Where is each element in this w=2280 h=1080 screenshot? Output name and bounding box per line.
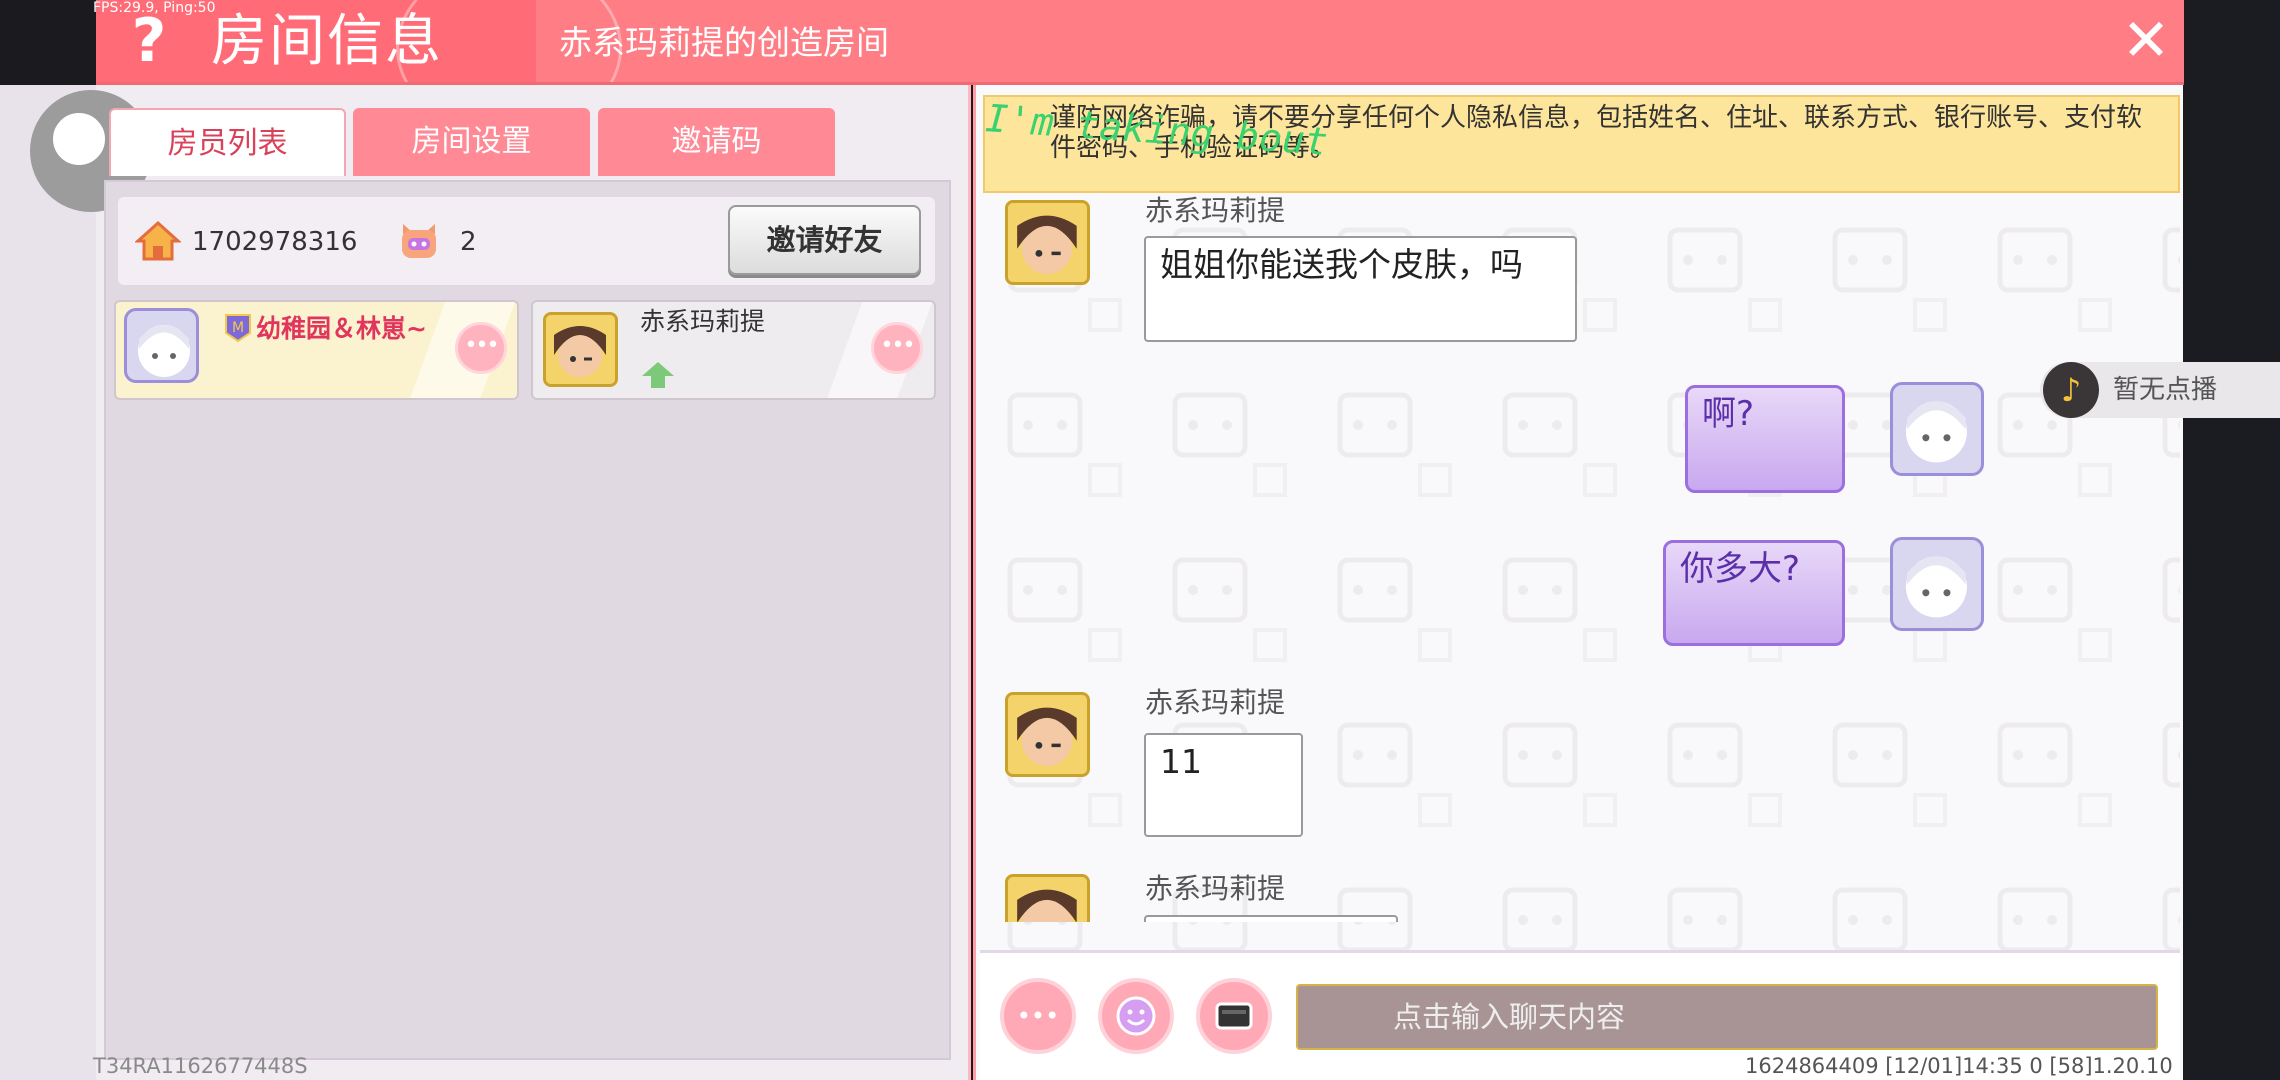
message-sender: 赤系玛莉提 [1145, 686, 1286, 719]
brown-hair-avatar[interactable] [1005, 692, 1090, 777]
invite-friends-button[interactable]: 邀请好友 [728, 205, 921, 275]
tab-invite-code[interactable]: 邀请码 [598, 108, 835, 176]
member-badge-icon: M [225, 314, 251, 343]
message-bubble: 你多大? [1663, 540, 1845, 646]
members-count-icon [402, 224, 436, 258]
svg-text:M: M [232, 320, 244, 336]
more-options-button[interactable]: ••• [1000, 978, 1076, 1054]
message-bubble: 11 [1144, 733, 1303, 837]
message-partial: 赤系玛莉提 [1000, 870, 2180, 922]
member-name: 幼稚园＆林崽~ [256, 314, 427, 343]
message-bubble: 姐姐你能送我个皮肤，吗 [1144, 236, 1577, 342]
room-subtitle: 赤系玛莉提的创造房间 [559, 23, 889, 62]
smiley-icon [1116, 996, 1156, 1036]
message-bubble: 啊? [1685, 385, 1845, 493]
white-hair-avatar[interactable] [124, 308, 199, 383]
tab-member-list[interactable]: 房员列表 [109, 108, 346, 176]
member-name: 赤系玛莉提 [640, 307, 766, 336]
keyboard-toggle-button[interactable] [1196, 978, 1272, 1054]
music-status: 暂无点播 [2113, 375, 2218, 405]
close-icon[interactable]: ✕ [2116, 10, 2176, 70]
help-icon[interactable]: ? [114, 6, 184, 76]
white-hair-avatar[interactable] [1890, 382, 1984, 476]
white-hair-avatar[interactable] [1890, 537, 1984, 631]
build-info: 1624864409 [12/01]14:35 0 [58]1.20.10 [1745, 1054, 2173, 1078]
member-count: 2 [460, 227, 477, 257]
message-sender: 赤系玛莉提 [1145, 872, 1286, 905]
device-id: T34RA1162677448S [93, 1054, 308, 1078]
chat-input[interactable]: 点击输入聊天内容 [1296, 984, 2158, 1050]
right-edge-background [2185, 0, 2280, 1080]
level-up-icon [642, 362, 674, 388]
brown-hair-avatar[interactable] [1005, 200, 1090, 285]
music-note-icon[interactable]: ♪ [2043, 362, 2099, 418]
left-background [0, 85, 100, 1080]
message-sender: 赤系玛莉提 [1145, 194, 1286, 226]
home-icon [135, 220, 181, 261]
emoji-button[interactable] [1098, 978, 1174, 1054]
member-more-button[interactable]: ••• [871, 322, 923, 374]
tab-room-settings[interactable]: 房间设置 [353, 108, 590, 176]
record-icon [41, 101, 117, 177]
keyboard-icon [1215, 1002, 1253, 1030]
header-bar: ? 房间信息 赤系玛莉提的创造房间 ✕ [96, 0, 2184, 85]
member-more-button[interactable]: ••• [455, 322, 507, 374]
fps-readout: FPS:29.9, Ping:50 [93, 0, 216, 16]
brown-hair-avatar[interactable] [1005, 874, 1090, 922]
message-bubble [1144, 915, 1398, 922]
room-id: 1702978316 [192, 227, 358, 257]
page-title: 房间信息 [211, 9, 443, 74]
brown-hair-avatar[interactable] [543, 312, 618, 387]
